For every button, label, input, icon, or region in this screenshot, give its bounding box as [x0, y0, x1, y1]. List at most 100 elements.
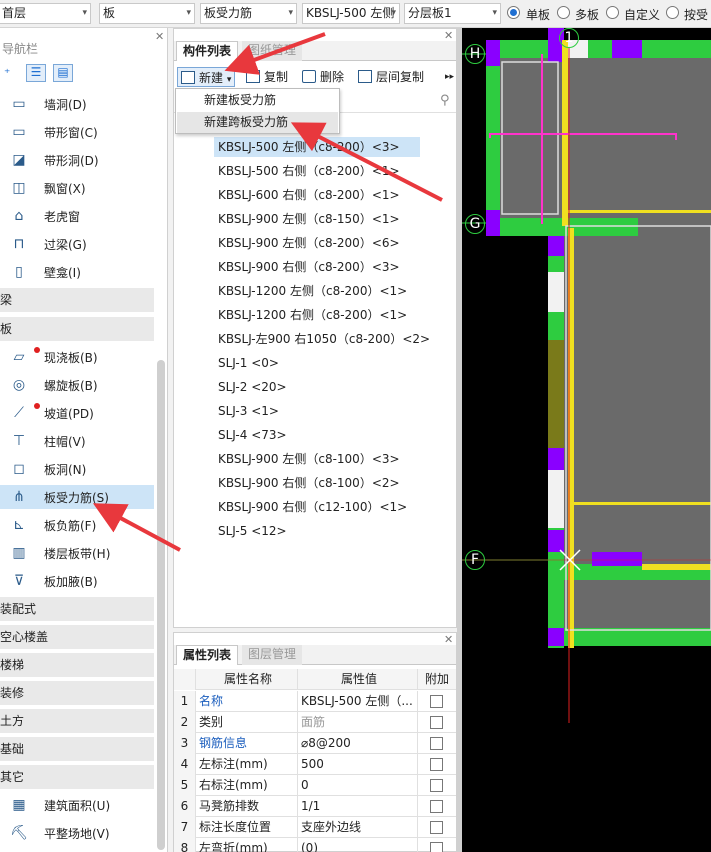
menu-item-new-cross-slab-rebar[interactable]: 新建跨板受力筋	[177, 112, 338, 133]
property-row[interactable]: 2 类别 面筋	[174, 712, 456, 733]
component-list-item[interactable]: KBSLJ-900 右侧（c8-100）<2>	[214, 473, 404, 493]
component-list-item[interactable]: SLJ-4 <73>	[214, 425, 291, 445]
menu-item-new-slab-rebar[interactable]: 新建板受力筋	[177, 90, 338, 111]
nav-item[interactable]: ◪ 带形洞(D)	[0, 148, 154, 172]
category-slab[interactable]: 板	[0, 317, 154, 341]
property-row[interactable]: 5 右标注(mm) 0	[174, 775, 456, 796]
property-value[interactable]: ⌀8@200	[298, 733, 418, 754]
nav-item[interactable]: ▥ 楼层板带(H)	[0, 541, 154, 565]
component-list-item[interactable]: SLJ-1 <0>	[214, 353, 283, 373]
tab-layer-management[interactable]: 图层管理	[242, 645, 303, 665]
nav-category[interactable]: 土方	[0, 709, 154, 733]
nav-item[interactable]: ▯ 壁龛(I)	[0, 260, 154, 284]
type-select[interactable]: 板受力筋 ▾	[200, 3, 297, 24]
component-list-item[interactable]: KBSLJ-900 右侧（c8-200）<3>	[214, 257, 404, 277]
nav-item[interactable]: ▭ 墙洞(D)	[0, 92, 154, 116]
extra-checkbox[interactable]	[430, 716, 443, 729]
nav-item[interactable]: ▦ 建筑面积(U)	[0, 793, 154, 817]
property-value[interactable]: 500	[298, 754, 418, 775]
radio-by-rebar[interactable]	[666, 6, 679, 19]
tab-property-list[interactable]: 属性列表	[176, 645, 239, 665]
component-list-item[interactable]: SLJ-3 <1>	[214, 401, 283, 421]
nav-category[interactable]: 装配式	[0, 597, 154, 621]
property-value[interactable]: (0)	[298, 838, 418, 852]
component-list-item[interactable]: KBSLJ-1200 左侧（c8-200）<1>	[214, 281, 411, 301]
nav-category[interactable]: 其它	[0, 765, 154, 789]
component-list-item[interactable]: KBSLJ-500 左侧（c8-200）<3>	[214, 137, 420, 157]
nav-item[interactable]: ◻ 板洞(N)	[0, 457, 154, 481]
radio-single-slab[interactable]	[507, 6, 520, 19]
property-row[interactable]: 6 马凳筋排数 1/1	[174, 796, 456, 817]
drawing-canvas[interactable]: H G F 1	[462, 28, 711, 852]
search-icon[interactable]: ⚲	[440, 93, 450, 108]
nav-category[interactable]: 装修	[0, 681, 154, 705]
extra-checkbox[interactable]	[430, 821, 443, 834]
component-list-item[interactable]: KBSLJ-600 右侧（c8-200）<1>	[214, 185, 404, 205]
property-row[interactable]: 4 左标注(mm) 500	[174, 754, 456, 775]
property-row[interactable]: 3 钢筋信息 ⌀8@200	[174, 733, 456, 754]
component-list-item[interactable]: KBSLJ-左900 右1050（c8-200）<2>	[214, 329, 434, 349]
nav-item[interactable]: ⛏ 平整场地(V)	[0, 821, 154, 845]
splitter[interactable]	[457, 28, 462, 852]
nav-category[interactable]: 基础	[0, 737, 154, 761]
component-list-item[interactable]: SLJ-2 <20>	[214, 377, 291, 397]
property-row[interactable]: 1 名称 KBSLJ-500 左侧（...	[174, 691, 456, 712]
nav-category[interactable]: 楼梯	[0, 653, 154, 677]
nav-item-label: 壁龛(I)	[44, 266, 81, 280]
nav-item[interactable]: ⊽ 板加腋(B)	[0, 569, 154, 593]
white-seg	[548, 470, 564, 528]
nav-item[interactable]: ▭ 带形窗(C)	[0, 120, 154, 144]
nav-item[interactable]: ▱ 现浇板(B)	[0, 345, 154, 369]
extra-checkbox[interactable]	[430, 758, 443, 771]
property-value[interactable]: KBSLJ-500 左侧（...	[298, 691, 418, 712]
tab-drawing-management[interactable]: 图纸管理	[242, 41, 303, 61]
component-list-item[interactable]: SLJ-5 <12>	[214, 521, 291, 541]
property-value[interactable]: 1/1	[298, 796, 418, 817]
nav-item[interactable]: ⌂ 老虎窗	[0, 204, 154, 228]
floor-copy-button[interactable]: 层间复制	[358, 67, 424, 87]
property-value[interactable]: 支座外边线	[298, 817, 418, 838]
extra-checkbox[interactable]	[430, 737, 443, 750]
new-button[interactable]: 新建 ▾	[177, 67, 236, 87]
component-list-item[interactable]: KBSLJ-900 左侧（c8-150）<1>	[214, 209, 404, 229]
nav-item[interactable]: ◎ 螺旋板(B)	[0, 373, 154, 397]
extra-checkbox[interactable]	[430, 842, 443, 852]
nav-item[interactable]: ⊤ 柱帽(V)	[0, 429, 154, 453]
extra-checkbox[interactable]	[430, 800, 443, 813]
extra-checkbox[interactable]	[430, 695, 443, 708]
add-icon[interactable]: ⁺	[4, 66, 18, 80]
list-view-icon[interactable]: ☰	[26, 64, 46, 82]
close-icon[interactable]: ✕	[155, 30, 164, 43]
floor-select[interactable]: 首层 ▾	[0, 3, 91, 24]
radio-custom[interactable]	[606, 6, 619, 19]
delete-button[interactable]: 删除	[302, 67, 344, 87]
nav-item[interactable]: ⋔ 板受力筋(S)	[0, 485, 154, 509]
component-list-item[interactable]: KBSLJ-900 左侧（c8-200）<6>	[214, 233, 404, 253]
property-value[interactable]: 0	[298, 775, 418, 796]
property-value[interactable]: 面筋	[298, 712, 418, 733]
property-row[interactable]: 8 左弯折(mm) (0)	[174, 838, 456, 852]
component-list-item[interactable]: KBSLJ-500 右侧（c8-200）<1>	[214, 161, 404, 181]
nav-item[interactable]: ⟋ 坡道(PD)	[0, 401, 154, 425]
nav-category[interactable]: 空心楼盖	[0, 625, 154, 649]
category-beam[interactable]: 梁	[0, 288, 154, 312]
component-list-item[interactable]: KBSLJ-900 左侧（c8-100）<3>	[214, 449, 404, 469]
extra-checkbox[interactable]	[430, 779, 443, 792]
nav-item[interactable]: ⊾ 板负筋(F)	[0, 513, 154, 537]
category-select[interactable]: 板 ▾	[99, 3, 195, 24]
layer-select[interactable]: 分层板1 ▾	[404, 3, 501, 24]
copy-button[interactable]: 复制	[246, 67, 288, 87]
nav-scrollbar[interactable]	[157, 360, 165, 850]
tab-component-list[interactable]: 构件列表	[176, 41, 239, 61]
more-tools-icon[interactable]: ▸▸	[445, 67, 454, 87]
search-input[interactable]	[344, 93, 434, 110]
purple-seg	[548, 236, 564, 256]
property-row[interactable]: 7 标注长度位置 支座外边线	[174, 817, 456, 838]
nav-item[interactable]: ◫ 飘窗(X)	[0, 176, 154, 200]
component-list-item[interactable]: KBSLJ-1200 右侧（c8-200）<1>	[214, 305, 411, 325]
detail-view-icon[interactable]: ▤	[53, 64, 73, 82]
radio-multi-slab[interactable]	[557, 6, 570, 19]
component-list-item[interactable]: KBSLJ-900 右侧（c12-100）<1>	[214, 497, 411, 517]
component-select[interactable]: KBSLJ-500 左侧 ▾	[302, 3, 400, 24]
nav-item[interactable]: ⊓ 过梁(G)	[0, 232, 154, 256]
